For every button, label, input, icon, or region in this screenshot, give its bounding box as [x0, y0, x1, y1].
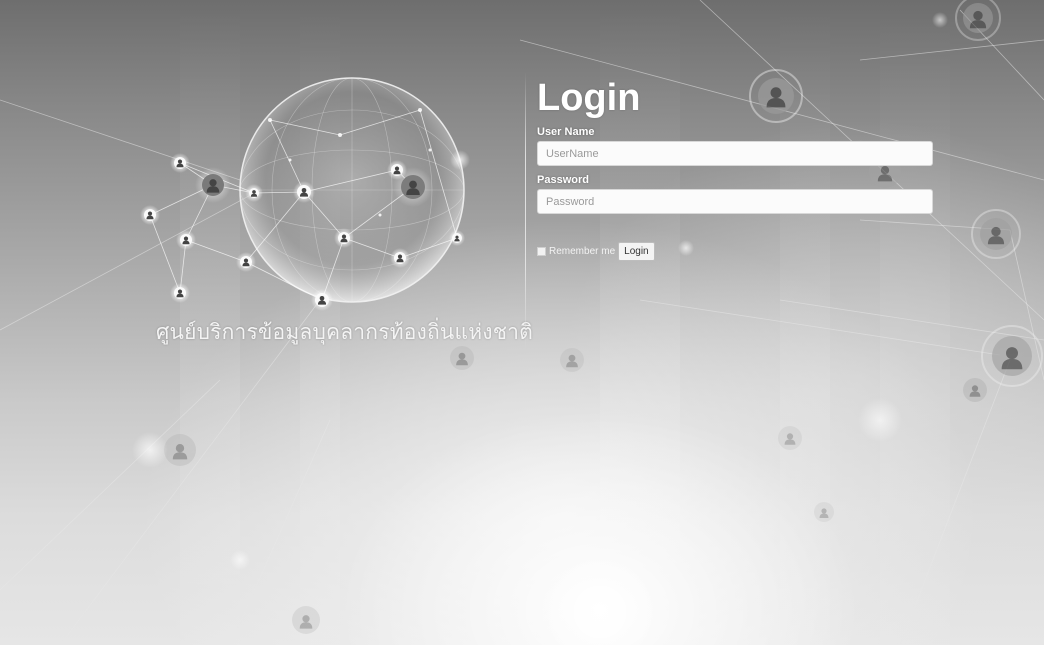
user-node-icon: [293, 181, 315, 203]
login-page: ศูนย์บริการข้อมูลบุคลากรท้องถิ่นแห่งชาติ…: [0, 0, 1044, 645]
user-node-icon: [971, 209, 1021, 259]
login-heading: Login: [537, 77, 641, 119]
user-node-icon: [311, 289, 333, 311]
user-node-icon: [450, 346, 474, 370]
divider: [525, 72, 526, 350]
user-node-icon: [963, 378, 987, 402]
login-button[interactable]: Login: [618, 242, 655, 261]
user-node-icon: [176, 230, 196, 250]
user-node-icon: [334, 228, 354, 248]
user-node-icon: [778, 426, 802, 450]
remember-me-label[interactable]: Remember me: [549, 246, 615, 257]
user-node-icon: [393, 167, 433, 207]
user-node-icon: [449, 230, 465, 246]
remember-me-checkbox[interactable]: [537, 247, 546, 256]
password-label: Password: [537, 174, 589, 186]
user-node-icon: [814, 502, 834, 522]
username-input[interactable]: [537, 141, 933, 166]
password-input[interactable]: [537, 189, 933, 214]
login-actions: Remember me Login: [537, 242, 937, 261]
user-node-icon: [195, 167, 231, 203]
user-node-icon: [164, 434, 196, 466]
user-node-icon: [292, 606, 320, 634]
user-node-icon: [955, 0, 1001, 41]
site-title: ศูนย์บริการข้อมูลบุคลากรท้องถิ่นแห่งชาติ: [156, 320, 533, 344]
user-node-icon: [140, 205, 160, 225]
user-node-icon: [245, 184, 263, 202]
user-node-icon: [560, 348, 584, 372]
user-node-icon: [170, 283, 190, 303]
user-node-icon: [170, 153, 190, 173]
user-node-icon: [236, 252, 256, 272]
username-label: User Name: [537, 126, 595, 138]
user-node-icon: [390, 248, 410, 268]
login-form: Login User Name Password Remember me Log…: [537, 78, 937, 261]
